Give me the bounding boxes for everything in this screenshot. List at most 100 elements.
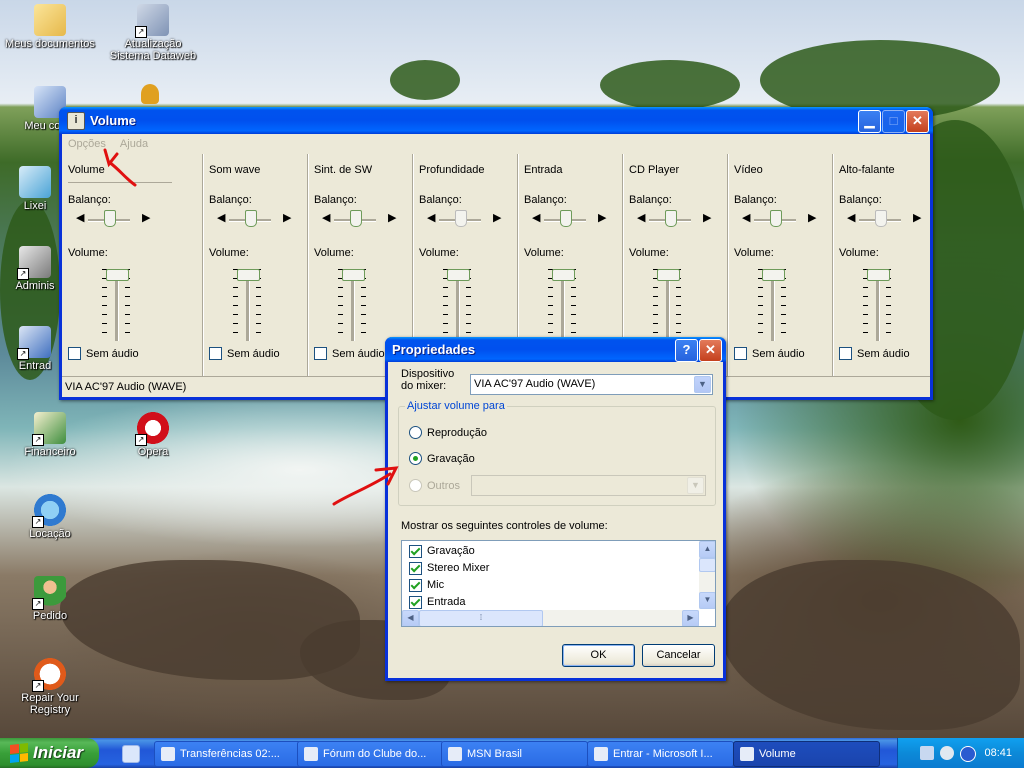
wallpaper-palm	[600, 60, 740, 110]
checkbox[interactable]	[839, 347, 852, 360]
taskbar-button[interactable]: Entrar - Microsoft I...	[587, 741, 734, 767]
desktop-icon-opera[interactable]: ↗ Opera	[108, 412, 198, 458]
volume-slider[interactable]	[552, 269, 575, 281]
volume-slider[interactable]	[106, 269, 129, 281]
list-item-gravacao[interactable]: Gravação	[409, 543, 475, 559]
balance-slider[interactable]	[455, 210, 467, 227]
balance-slider[interactable]	[770, 210, 782, 227]
taskbar-button[interactable]: Fórum do Clube do...	[297, 741, 444, 767]
mute-checkbox[interactable]: Sem áudio	[734, 347, 805, 360]
mute-checkbox[interactable]: Sem áudio	[68, 347, 139, 360]
radio-button-reproducao[interactable]	[409, 426, 422, 439]
user-icon	[141, 84, 159, 104]
desktop-icon-financeiro[interactable]: ↗ Financeiro	[5, 412, 95, 458]
radio-outros: Outros	[409, 479, 460, 492]
checkbox[interactable]	[314, 347, 327, 360]
list-vertical-scrollbar[interactable]: ▲ ▼	[699, 541, 715, 609]
network-icon[interactable]	[920, 746, 934, 760]
taskbar-button[interactable]: MSN Brasil	[441, 741, 588, 767]
help-button[interactable]: ?	[675, 339, 698, 362]
system-tray: 08:41	[897, 738, 1024, 768]
list-item-mic[interactable]: Mic	[409, 577, 444, 593]
volume-slider[interactable]	[342, 269, 365, 281]
volume-title-bar[interactable]: i Volume ▁ □ ✕	[59, 107, 933, 134]
minimize-button[interactable]: ▁	[858, 110, 881, 133]
window-icon	[594, 747, 608, 761]
volume-label: Volume:	[209, 247, 249, 259]
desktop-icon-locacao[interactable]: ↗ Locação	[5, 494, 95, 540]
scroll-left-icon[interactable]: ◀	[402, 610, 419, 626]
volume-controls-list[interactable]: Gravação Stereo Mixer Mic Entrada ▲ ▼ ◀ …	[401, 540, 716, 627]
balance-slider[interactable]	[104, 210, 116, 227]
scroll-down-icon[interactable]: ▼	[699, 592, 715, 609]
mixer-device-select[interactable]: VIA AC'97 Audio (WAVE) ▼	[470, 374, 713, 395]
taskbar-button[interactable]: Volume	[733, 741, 880, 767]
desktop-icon-my-documents[interactable]: Meus documentos	[5, 4, 95, 50]
mute-checkbox[interactable]: Sem áudio	[209, 347, 280, 360]
checkbox-stereo-mixer[interactable]	[409, 561, 422, 575]
balance-slider[interactable]	[560, 210, 572, 227]
wallpaper-palm	[390, 60, 460, 100]
radio-button-gravacao[interactable]	[409, 452, 422, 465]
cancel-button[interactable]: Cancelar	[642, 644, 715, 667]
annotation-arrow-gravacao	[332, 466, 399, 506]
ie-quicklaunch-icon[interactable]	[122, 745, 140, 763]
checkbox-gravacao[interactable]	[409, 544, 422, 558]
volume-slider[interactable]	[762, 269, 785, 281]
balance-label: Balanço:	[629, 194, 672, 206]
balance-slider[interactable]	[350, 210, 362, 227]
close-button[interactable]: ✕	[906, 110, 929, 133]
balance-slider[interactable]	[665, 210, 677, 227]
volume-label: Volume:	[68, 247, 108, 259]
folder-icon	[34, 4, 66, 36]
balance-label: Balanço:	[209, 194, 252, 206]
checkbox-entrada[interactable]	[409, 595, 422, 609]
volume-slider[interactable]	[237, 269, 260, 281]
desktop-icon-pedido[interactable]: ↗ Pedido	[5, 576, 95, 622]
desktop-icon-repair-registry[interactable]: ↗ Repair Your Registry	[5, 658, 95, 716]
list-item-entrada[interactable]: Entrada	[409, 594, 466, 610]
security-icon[interactable]	[940, 746, 954, 760]
taskbar-button[interactable]: Transferências 02:...	[154, 741, 301, 767]
radio-gravacao[interactable]: Gravação	[409, 452, 475, 465]
scroll-thumb[interactable]	[699, 558, 715, 572]
repair-icon: ↗	[32, 658, 66, 692]
volume-slider[interactable]	[867, 269, 890, 281]
properties-title-bar[interactable]: Propriedades ? ✕	[385, 337, 726, 362]
mute-checkbox[interactable]: Sem áudio	[314, 347, 385, 360]
checkbox[interactable]	[734, 347, 747, 360]
close-button[interactable]: ✕	[699, 339, 722, 362]
balance-slider[interactable]	[245, 210, 257, 227]
channel-name: Profundidade	[419, 164, 485, 176]
volume-slider[interactable]	[657, 269, 680, 281]
radio-reproducao[interactable]: Reprodução	[409, 426, 487, 439]
scroll-up-icon[interactable]: ▲	[699, 541, 715, 558]
volume-label: Volume:	[314, 247, 354, 259]
balance-label: Balanço:	[314, 194, 357, 206]
scroll-thumb-horizontal[interactable]: ⁞	[419, 610, 543, 626]
checkbox[interactable]	[209, 347, 222, 360]
start-button[interactable]: Iniciar	[0, 738, 99, 768]
checkbox[interactable]	[68, 347, 81, 360]
chevron-down-icon[interactable]: ▼	[694, 376, 711, 393]
scroll-right-icon[interactable]: ▶	[682, 610, 699, 626]
volume-slider[interactable]	[447, 269, 470, 281]
info-icon[interactable]	[960, 746, 976, 762]
shortcut-icon: ↗	[17, 246, 51, 280]
opera-icon: ↗	[135, 412, 169, 446]
mute-checkbox[interactable]: Sem áudio	[839, 347, 910, 360]
desktop-icon-dataweb-update[interactable]: ↗ Atualização Sistema Dataweb	[108, 4, 198, 62]
balance-slider[interactable]	[875, 210, 887, 227]
list-horizontal-scrollbar[interactable]: ◀ ⁞ ▶	[402, 610, 699, 626]
adjust-volume-group: Ajustar volume para Reprodução Gravação …	[398, 400, 716, 506]
window-icon	[304, 747, 318, 761]
speaker-right-icon: ▶	[493, 212, 502, 224]
outros-select: ▼	[471, 475, 706, 496]
window-icon	[448, 747, 462, 761]
window-icon	[740, 747, 754, 761]
checkbox-mic[interactable]	[409, 578, 422, 592]
list-item-stereo-mixer[interactable]: Stereo Mixer	[409, 560, 489, 576]
desktop-icon-user[interactable]	[140, 84, 160, 106]
ok-button[interactable]: OK	[562, 644, 635, 667]
channel-name: Entrada	[524, 164, 563, 176]
